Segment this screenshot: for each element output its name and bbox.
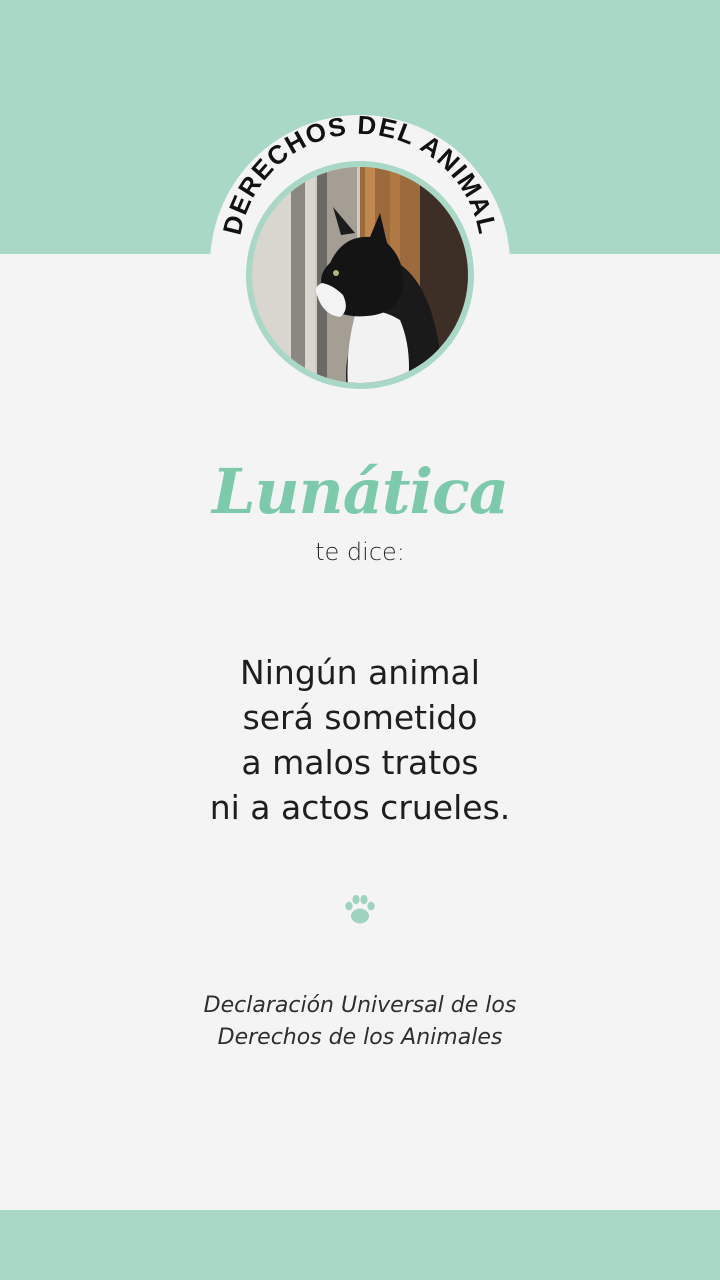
quote-line: ni a actos crueles. — [209, 788, 511, 827]
quote: Ningún animal será sometido a malos trat… — [0, 650, 720, 830]
bottom-banner — [0, 1210, 720, 1280]
quote-line: Ningún animal — [240, 653, 480, 692]
source-line: Derechos de los Animales — [217, 1025, 503, 1050]
subtitle: te dice: — [315, 538, 405, 566]
quote-line: será sometido — [242, 698, 478, 737]
source-citation: Declaración Universal de los Derechos de… — [0, 990, 720, 1054]
badge: DERECHOS DEL ANIMAL — [205, 115, 515, 415]
source-line: Declaración Universal de los — [203, 993, 517, 1018]
quote-line: a malos tratos — [241, 743, 479, 782]
pet-name: Lunática — [211, 455, 509, 528]
paw-icon — [343, 893, 377, 927]
